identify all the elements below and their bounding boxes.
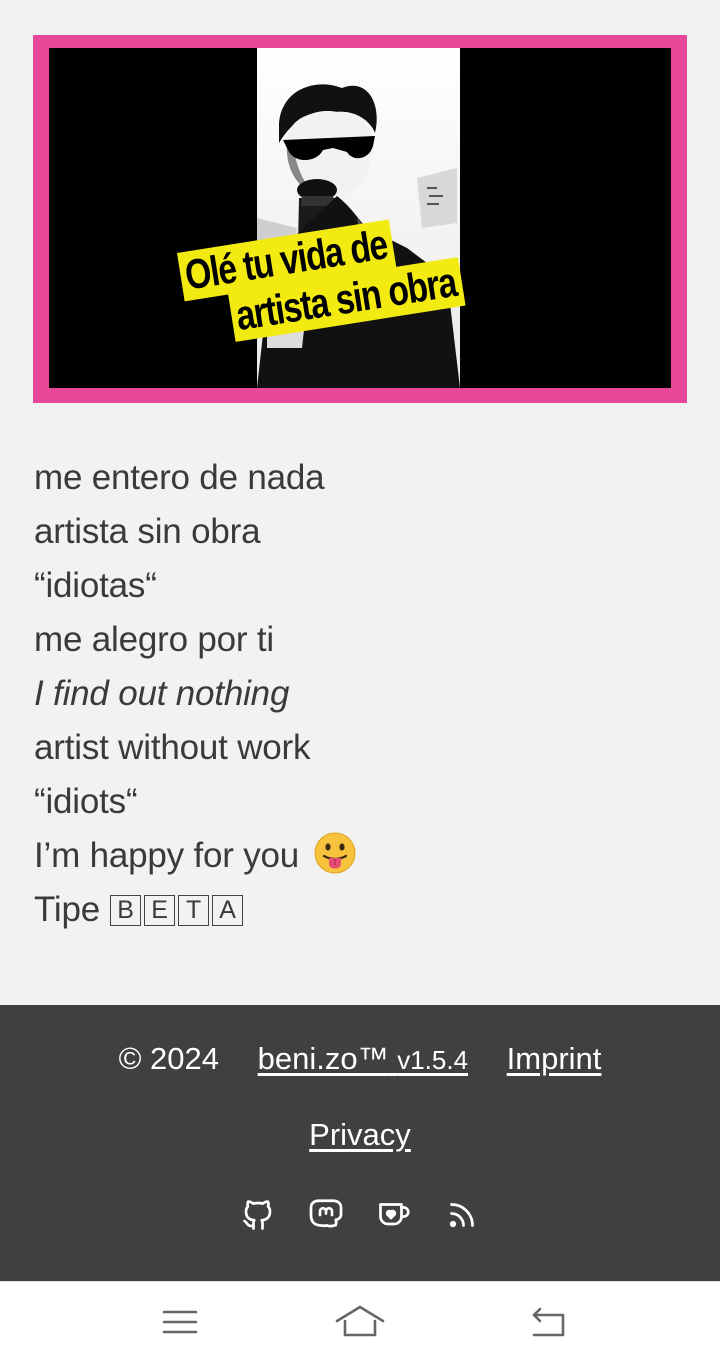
privacy-link[interactable]: Privacy [309, 1117, 411, 1152]
mastodon-icon[interactable] [308, 1197, 344, 1233]
face-with-tongue-icon [313, 831, 357, 875]
beta-letter: E [144, 894, 175, 926]
footer-privacy-row: Privacy [0, 1117, 720, 1153]
lyric-line: artist without work [34, 728, 311, 767]
brand-name: beni.zo™ [257, 1041, 389, 1076]
hero-image-frame: Olé tu vida de artista sin obra [33, 35, 687, 403]
system-navigation-bar [0, 1281, 720, 1364]
footer: © 2024 beni.zo™ v1.5.4 Imprint Privacy [0, 1005, 720, 1281]
lyric-line: “idiots“ [34, 782, 138, 821]
social-icons [0, 1197, 720, 1233]
beta-badge: B E T A [110, 894, 243, 926]
page: Olé tu vida de artista sin obra me enter… [0, 0, 720, 1364]
lyrics: me entero de nada artista sin obra “idio… [34, 451, 357, 937]
lyric-line: me alegro por ti [34, 620, 274, 659]
lyric-line: me entero de nada [34, 458, 325, 497]
brand-link[interactable]: beni.zo™ v1.5.4 [258, 1041, 468, 1076]
hero-image: Olé tu vida de artista sin obra [49, 48, 671, 388]
lyric-line-text: I’m happy for you [34, 836, 300, 875]
back-icon[interactable] [525, 1302, 575, 1342]
menu-icon[interactable] [155, 1302, 205, 1342]
copyright-text: © 2024 [118, 1041, 219, 1076]
tipe-row: Tipe B E T A [34, 883, 357, 937]
imprint-link[interactable]: Imprint [507, 1041, 602, 1076]
beta-letter: T [178, 894, 209, 926]
github-icon[interactable] [240, 1197, 276, 1233]
footer-links-row: © 2024 beni.zo™ v1.5.4 Imprint [0, 1041, 720, 1077]
beta-letter: A [212, 894, 243, 926]
beta-letter: B [110, 894, 141, 926]
lyric-line-translation-title: I find out nothing [34, 674, 290, 713]
tipe-label: Tipe [34, 890, 100, 929]
lyric-line-with-emoji: I’m happy for you [34, 829, 357, 883]
lyric-line: “idiotas“ [34, 566, 157, 605]
kofi-icon[interactable] [376, 1197, 412, 1233]
lyric-line: artista sin obra [34, 512, 261, 551]
home-icon[interactable] [335, 1302, 385, 1342]
version-text: v1.5.4 [397, 1045, 469, 1075]
rss-icon[interactable] [444, 1197, 480, 1233]
